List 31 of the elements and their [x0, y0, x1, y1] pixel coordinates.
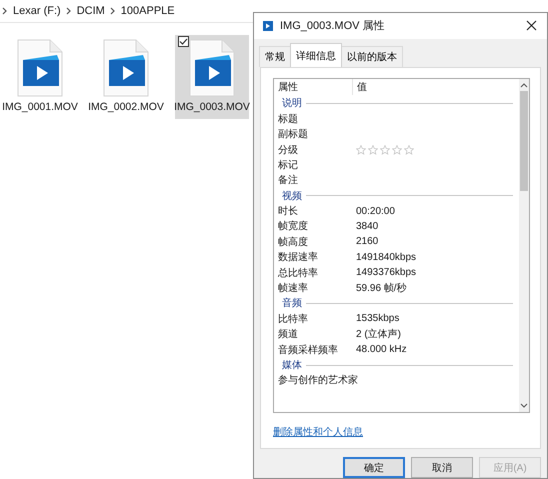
property-name: 帧速率 [277, 282, 309, 296]
property-value: 00:20:00 [355, 206, 395, 217]
property-value: 3840 [355, 220, 378, 232]
property-value: 1491840kbps [355, 252, 416, 263]
property-name: 音频采样频率 [277, 344, 339, 357]
property-name: 帧宽度 [277, 220, 309, 234]
property-name: 标题 [277, 112, 299, 126]
section-heading: 媒体 [282, 359, 302, 372]
property-name: 分级 [277, 144, 299, 157]
property-value: 2 (立体声) [355, 328, 401, 342]
property-name: 时长 [277, 204, 299, 218]
file-name: IMG_0003.MOV [174, 101, 250, 113]
property-name: 比特率 [277, 312, 309, 326]
property-name: 备注 [277, 174, 299, 188]
property-name: 数据速率 [277, 250, 319, 264]
property-name: 标记 [277, 158, 299, 172]
section-heading: 音频 [282, 296, 302, 310]
property-name: 参与创作的艺术家 [277, 374, 358, 388]
file-name: IMG_0002.MOV [88, 101, 164, 113]
section-heading: 说明 [282, 97, 302, 110]
property-value: 59.96 帧/秒 [355, 282, 407, 296]
file-name: IMG_0001.MOV [2, 101, 78, 113]
property-name: 副标题 [277, 128, 309, 142]
property-name: 频道 [277, 328, 299, 342]
property-name: 总比特率 [277, 266, 319, 280]
property-value: 1493376kbps [355, 267, 416, 278]
section-heading: 视频 [282, 190, 302, 203]
property-value: 2160 [355, 236, 378, 248]
property-name: 帧高度 [277, 236, 309, 249]
property-value: 48.000 kHz [355, 344, 407, 356]
property-value: 1535kbps [355, 313, 400, 324]
